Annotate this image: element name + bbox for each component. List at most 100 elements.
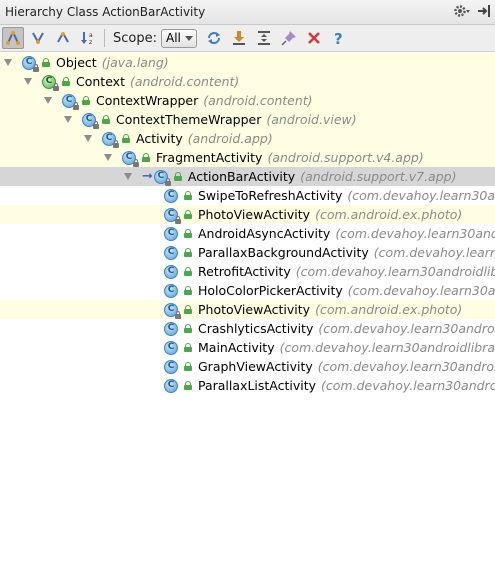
- tree-row-swipetorefreshactivity[interactable]: C SwipeToRefreshActivity (com.devahoy.le…: [0, 186, 495, 205]
- public-access-icon: [121, 134, 131, 143]
- expand-triangle-icon[interactable]: [24, 78, 32, 85]
- public-access-icon: [41, 58, 51, 67]
- package-name: (com.devahoy.learn30androidli: [318, 321, 495, 336]
- class-name: ActionBarActivity: [187, 169, 296, 184]
- public-access-icon: [183, 343, 193, 352]
- public-access-icon: [183, 248, 193, 257]
- supertypes-button[interactable]: [27, 27, 49, 49]
- scope-dropdown[interactable]: All: [160, 28, 197, 48]
- public-access-icon: [141, 153, 151, 162]
- expand-triangle-icon[interactable]: [44, 97, 52, 104]
- public-access-icon: [183, 324, 193, 333]
- refresh-button[interactable]: [203, 27, 225, 49]
- hierarchy-tree[interactable]: C Object (java.lang) C Context (android.…: [0, 52, 495, 574]
- class-name: AndroidAsyncActivity: [198, 226, 331, 241]
- tree-row-context[interactable]: C Context (android.content): [0, 72, 495, 91]
- sort-alphabetically-button[interactable]: a z: [77, 27, 99, 49]
- help-icon: ?: [334, 30, 343, 46]
- class-icon: C: [164, 245, 178, 260]
- expand-all-icon: [257, 31, 270, 45]
- public-access-icon: [183, 362, 193, 371]
- class-name: PhotoViewActivity: [198, 302, 311, 317]
- tree-row-photoviewactivity[interactable]: C PhotoViewActivity (com.android.ex.phot…: [0, 205, 495, 224]
- class-icon: C: [22, 55, 39, 72]
- package-name: (com.devahoy.learn30androidlib: [317, 359, 495, 374]
- class-icon: C: [62, 93, 79, 110]
- expand-triangle-icon[interactable]: [64, 116, 72, 123]
- class-name: ContextThemeWrapper: [116, 112, 262, 127]
- tree-row-fragmentactivity[interactable]: C FragmentActivity (android.support.v4.a…: [0, 148, 495, 167]
- class-icon: C: [153, 169, 171, 186]
- expand-triangle-icon[interactable]: [104, 154, 112, 161]
- expand-all-button[interactable]: [253, 27, 275, 49]
- supertypes-icon: [32, 32, 44, 44]
- public-access-icon: [173, 172, 183, 181]
- class-name: Object: [56, 55, 97, 70]
- tree-row-crashlyticsactivity[interactable]: C CrashlyticsActivity (com.devahoy.learn…: [0, 319, 495, 338]
- scope-value: All: [165, 31, 181, 45]
- window-title: Hierarchy Class ActionBarActivity: [5, 5, 206, 19]
- public-access-icon: [81, 96, 91, 105]
- package-name: (com.devahoy.learn30androi: [335, 226, 495, 241]
- tree-row-holocolorpickeractivity[interactable]: C HoloColorPickerActivity (com.devahoy.l…: [0, 281, 495, 300]
- tree-row-object[interactable]: C Object (java.lang): [0, 53, 495, 72]
- pin-icon: [281, 31, 296, 46]
- class-icon: C: [164, 226, 178, 241]
- tree-row-graphviewactivity[interactable]: C GraphViewActivity (com.devahoy.learn30…: [0, 357, 495, 376]
- class-name: CrashlyticsActivity: [198, 321, 314, 336]
- focus-arrow-icon: ➞: [142, 169, 153, 184]
- export-button[interactable]: [228, 27, 250, 49]
- package-name: (java.lang): [101, 55, 169, 70]
- expand-triangle-icon[interactable]: [124, 173, 132, 180]
- package-name: (com.devahoy.learn30an: [347, 283, 495, 298]
- tree-row-mainactivity[interactable]: C MainActivity (com.devahoy.learn30andro…: [0, 338, 495, 357]
- class-name: SwipeToRefreshActivity: [198, 188, 343, 203]
- class-icon: C: [164, 378, 178, 393]
- pin-hide-icon[interactable]: [477, 4, 491, 21]
- close-button[interactable]: [303, 27, 325, 49]
- public-access-icon: [183, 267, 193, 276]
- public-access-icon: [183, 210, 193, 219]
- svg-text:z: z: [89, 39, 92, 46]
- class-name: Context: [76, 74, 125, 89]
- package-name: (com.devahoy.learn30androidlibraries: [279, 340, 495, 355]
- tree-row-contextwrapper[interactable]: C ContextWrapper (android.content): [0, 91, 495, 110]
- refresh-icon: [207, 32, 220, 44]
- package-name: (com.devahoy.learn30androidli: [321, 378, 495, 393]
- subtypes-button[interactable]: [52, 27, 74, 49]
- pin-button[interactable]: [278, 27, 300, 49]
- public-access-icon: [183, 229, 193, 238]
- class-name: FragmentActivity: [156, 150, 263, 165]
- svg-text:a: a: [89, 32, 93, 39]
- class-name: ContextWrapper: [96, 93, 199, 108]
- subtypes-icon: [57, 32, 69, 43]
- help-button[interactable]: ?: [328, 27, 350, 49]
- tree-row-actionbaractivity[interactable]: ➞ C ActionBarActivity (android.support.v…: [0, 167, 495, 186]
- class-name: GraphViewActivity: [198, 359, 313, 374]
- tree-row-retrofitactivity[interactable]: C RetrofitActivity (com.devahoy.learn30a…: [0, 262, 495, 281]
- class-icon: C: [82, 112, 99, 129]
- class-hierarchy-icon: [6, 31, 20, 45]
- class-icon: C: [164, 321, 178, 336]
- chevron-down-icon: [184, 35, 193, 41]
- tree-row-parallaxbackgroundactivity[interactable]: C ParallaxBackgroundActivity (com.devaho…: [0, 243, 495, 262]
- package-name: (com.android.ex.photo): [315, 302, 463, 317]
- tree-row-androidasyncactivity[interactable]: C AndroidAsyncActivity (com.devahoy.lear…: [0, 224, 495, 243]
- expand-triangle-icon[interactable]: [4, 59, 12, 66]
- package-name: (com.devahoy.learn30androidlibrar: [295, 264, 495, 279]
- gear-icon[interactable]: [453, 3, 471, 22]
- sort-alpha-icon: a z: [81, 32, 93, 46]
- class-name: PhotoViewActivity: [198, 207, 311, 222]
- tree-row-photoviewactivity[interactable]: C PhotoViewActivity (com.android.ex.phot…: [0, 300, 495, 319]
- class-name: Activity: [136, 131, 183, 146]
- tree-row-parallaxlistactivity[interactable]: C ParallaxListActivity (com.devahoy.lear…: [0, 376, 495, 395]
- class-hierarchy-button[interactable]: [2, 27, 24, 49]
- tree-row-contextthemewrapper[interactable]: C ContextThemeWrapper (android.view): [0, 110, 495, 129]
- public-access-icon: [61, 77, 71, 86]
- tree-row-activity[interactable]: C Activity (android.app): [0, 129, 495, 148]
- expand-triangle-icon[interactable]: [84, 135, 92, 142]
- toolbar-separator: [104, 29, 105, 47]
- class-icon: C: [164, 283, 178, 298]
- title-bar: Hierarchy Class ActionBarActivity: [0, 0, 495, 25]
- package-name: (com.android.ex.photo): [315, 207, 463, 222]
